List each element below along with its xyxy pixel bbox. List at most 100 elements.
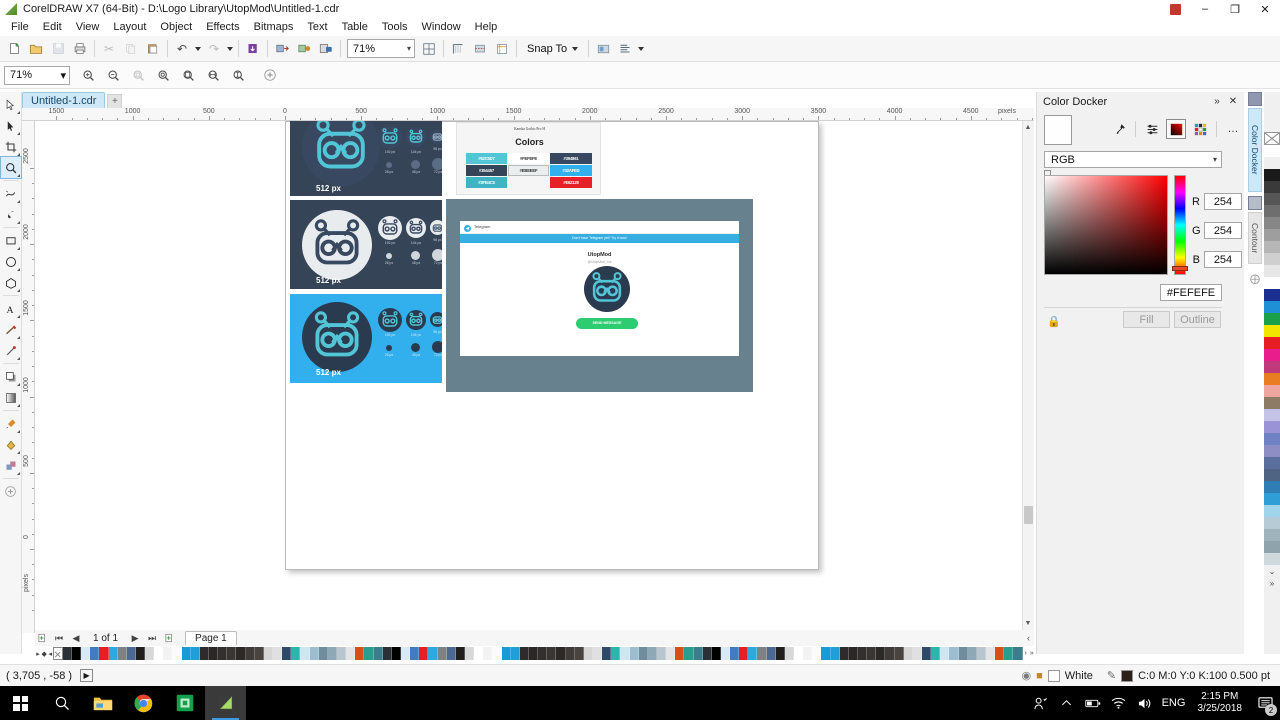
color-preview-swatch[interactable] [1044,115,1072,145]
vertical-ruler[interactable]: 2500 2000 1500 1000 500 0 pixels [22,121,35,633]
right-color-palette[interactable]: ⌄» [1264,92,1280,654]
palette-swatch[interactable] [858,647,868,660]
palette-swatch[interactable] [282,647,292,660]
right-palette-swatch[interactable] [1264,481,1280,493]
document-tab[interactable]: Untitled-1.cdr [22,92,106,108]
palette-swatch[interactable] [163,647,173,660]
palette-swatch[interactable] [958,647,968,660]
color-palette-strip[interactable]: ▸ ◆ ◂ ›» [35,647,1035,660]
right-palette-swatch[interactable] [1264,361,1280,373]
palette-swatch[interactable] [702,647,712,660]
save-document-icon[interactable] [47,38,69,60]
menu-window[interactable]: Window [415,19,468,35]
palette-swatch[interactable] [757,647,767,660]
palette-swatch[interactable] [620,647,630,660]
swatch-ebeeef[interactable]: #EBEEEF [508,165,549,176]
application-launcher-icon[interactable] [614,38,636,60]
palette-swatch[interactable] [401,647,411,660]
page-tab-page-1[interactable]: Page 1 [185,631,237,645]
language-indicator[interactable]: ENG [1158,686,1190,720]
right-palette-swatch[interactable] [1264,553,1280,565]
restore-button[interactable]: ❐ [1220,0,1250,18]
people-icon[interactable] [1028,686,1054,720]
palette-swatch[interactable] [419,647,429,660]
vertical-scrollbar[interactable] [1022,121,1034,633]
zoom-tool[interactable] [0,156,22,179]
telegram-browser-window[interactable]: Telegram Don't have Telegram yet? Try it… [460,221,739,356]
palette-swatch[interactable] [528,647,539,660]
right-palette-swatch[interactable] [1264,325,1280,337]
outline-color-swatch[interactable] [1121,669,1134,682]
palette-swatch[interactable] [474,647,484,660]
right-palette-swatch[interactable] [1264,469,1280,481]
palette-swatch[interactable] [62,647,72,660]
palette-swatch[interactable] [986,647,996,660]
color-spectrum-area[interactable] [1044,175,1168,275]
palette-swatch[interactable] [903,647,913,660]
palette-swatch[interactable] [209,647,219,660]
start-button[interactable] [0,686,41,720]
outline-pen-icon[interactable]: ✎ [1107,669,1116,682]
color-docker-more-icon[interactable]: … [1223,119,1243,139]
right-palette-no-color-swatch[interactable] [1264,132,1280,145]
show-guidelines-icon[interactable] [469,38,491,60]
palette-swatch[interactable] [492,647,502,660]
zoom-to-page-icon[interactable] [176,64,201,87]
right-palette-swatch[interactable] [1264,313,1280,325]
palette-swatch[interactable] [382,647,392,660]
swatch-3fb4c5[interactable]: #3FB4C5 [466,177,507,188]
zoom-out-icon[interactable] [101,64,126,87]
right-palette-swatch[interactable] [1264,337,1280,349]
palette-swatch[interactable] [556,647,566,660]
palette-swatch[interactable] [510,647,520,660]
close-button[interactable]: ✕ [1250,0,1280,18]
scroll-up-arrow[interactable]: ▲ [1023,122,1033,132]
palette-swatch[interactable] [812,647,822,660]
outline-button[interactable]: Outline [1174,311,1221,328]
show-grid-icon[interactable] [447,38,469,60]
open-document-icon[interactable] [25,38,47,60]
color-palettes-icon[interactable] [1190,119,1210,139]
palette-swatch[interactable] [538,647,548,660]
palette-swatch[interactable] [784,647,795,660]
page-nav-collapse-icon[interactable]: ‹ [1027,633,1030,643]
right-palette-swatch[interactable] [1264,445,1280,457]
palette-swatch[interactable] [318,647,328,660]
palette-swatch[interactable] [254,647,264,660]
right-palette-swatch[interactable] [1264,385,1280,397]
colors-swatch-panel[interactable]: Kanska Gothic Pro H Colors #52C5D7 #FEFE… [456,122,601,195]
paste-icon[interactable] [142,38,164,60]
palette-swatch[interactable] [99,647,109,660]
palette-swatch[interactable] [117,647,127,660]
right-palette-swatch[interactable] [1264,457,1280,469]
palette-swatch[interactable] [1013,647,1023,660]
menu-file[interactable]: File [4,19,36,35]
add-page-after-icon[interactable] [162,631,176,645]
zoom-level-select[interactable]: 71% ▾ [4,65,70,85]
freehand-tool[interactable] [1,183,21,204]
palette-swatch[interactable] [391,647,401,660]
palette-swatch[interactable] [949,647,959,660]
palette-swatch[interactable] [71,647,82,660]
channel-g-value[interactable]: 254 [1204,222,1242,239]
palette-swatch[interactable] [730,647,740,660]
hue-slider[interactable] [1174,175,1186,275]
right-palette-swatch[interactable] [1264,205,1280,217]
menu-help[interactable]: Help [468,19,505,35]
palette-swatch[interactable] [666,647,676,660]
palette-no-color-swatch[interactable] [53,647,63,660]
right-palette-swatch[interactable] [1264,265,1280,277]
telegram-promo-banner[interactable]: Don't have Telegram yet? Try it now! [460,234,739,243]
hue-slider-marker[interactable] [1172,266,1188,271]
palette-swatch[interactable] [940,647,950,660]
redo-dropdown-icon[interactable] [225,38,235,60]
application-launcher-dropdown-icon[interactable] [636,38,646,60]
palette-swatch[interactable] [839,647,849,660]
show-hidden-icons-chevron[interactable] [1054,686,1080,720]
palette-swatch[interactable] [592,647,603,660]
notifications-icon[interactable]: 2 [1250,686,1280,720]
swatch-354457[interactable]: #354457 [466,165,507,176]
palette-swatch[interactable] [263,647,274,660]
palette-swatch[interactable] [976,647,986,660]
palette-swatch[interactable] [848,647,859,660]
